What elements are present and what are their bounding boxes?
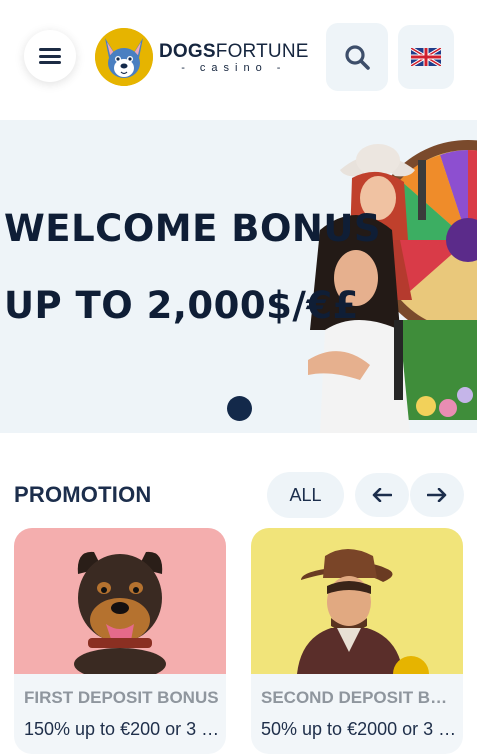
dog-logo-icon xyxy=(95,28,153,86)
logo-subtitle: - casino - xyxy=(181,61,287,74)
promotion-card-title: FIRST DEPOSIT BONUS xyxy=(24,688,219,707)
promotion-card-description: 150% up to €200 or 3 BTC xyxy=(24,719,220,739)
hamburger-icon xyxy=(39,48,61,64)
arrow-right-icon xyxy=(427,488,447,502)
logo-brand: DOGSFORTUNE xyxy=(159,40,309,62)
previous-button[interactable] xyxy=(355,473,409,517)
logo[interactable]: DOGSFORTUNE - casino - xyxy=(95,27,309,87)
search-button[interactable] xyxy=(326,23,388,91)
welcome-banner[interactable]: WELCOME BONUS UP TO 2,000$/€£ xyxy=(0,120,477,433)
banner-headline: WELCOME BONUS xyxy=(4,207,382,250)
language-button[interactable] xyxy=(398,25,454,89)
menu-button[interactable] xyxy=(24,30,76,82)
promotion-card-second-deposit[interactable]: SECOND DEPOSIT BONUS 50% up to €2000 or … xyxy=(251,528,463,754)
header: DOGSFORTUNE - casino - xyxy=(0,0,477,120)
uk-flag-icon xyxy=(411,48,441,66)
promotion-card-title: SECOND DEPOSIT BONUS xyxy=(261,688,457,707)
next-button[interactable] xyxy=(410,473,464,517)
promotion-card-image xyxy=(251,528,463,692)
arrow-left-icon xyxy=(372,488,392,502)
banner-illustration xyxy=(300,130,477,433)
logo-text: DOGSFORTUNE - casino - xyxy=(159,41,309,74)
banner-subheadline: UP TO 2,000$/€£ xyxy=(4,284,359,327)
promotion-heading: PROMOTION xyxy=(14,482,152,507)
all-promotions-button[interactable]: ALL xyxy=(267,472,344,518)
promotion-card-first-deposit[interactable]: FIRST DEPOSIT BONUS 150% up to €200 or 3… xyxy=(14,528,226,754)
promotion-card-description: 50% up to €2000 or 3 BTC xyxy=(261,719,457,739)
search-icon xyxy=(345,45,370,70)
promotion-card-image xyxy=(14,528,226,680)
carousel-dot-active[interactable] xyxy=(227,396,252,421)
